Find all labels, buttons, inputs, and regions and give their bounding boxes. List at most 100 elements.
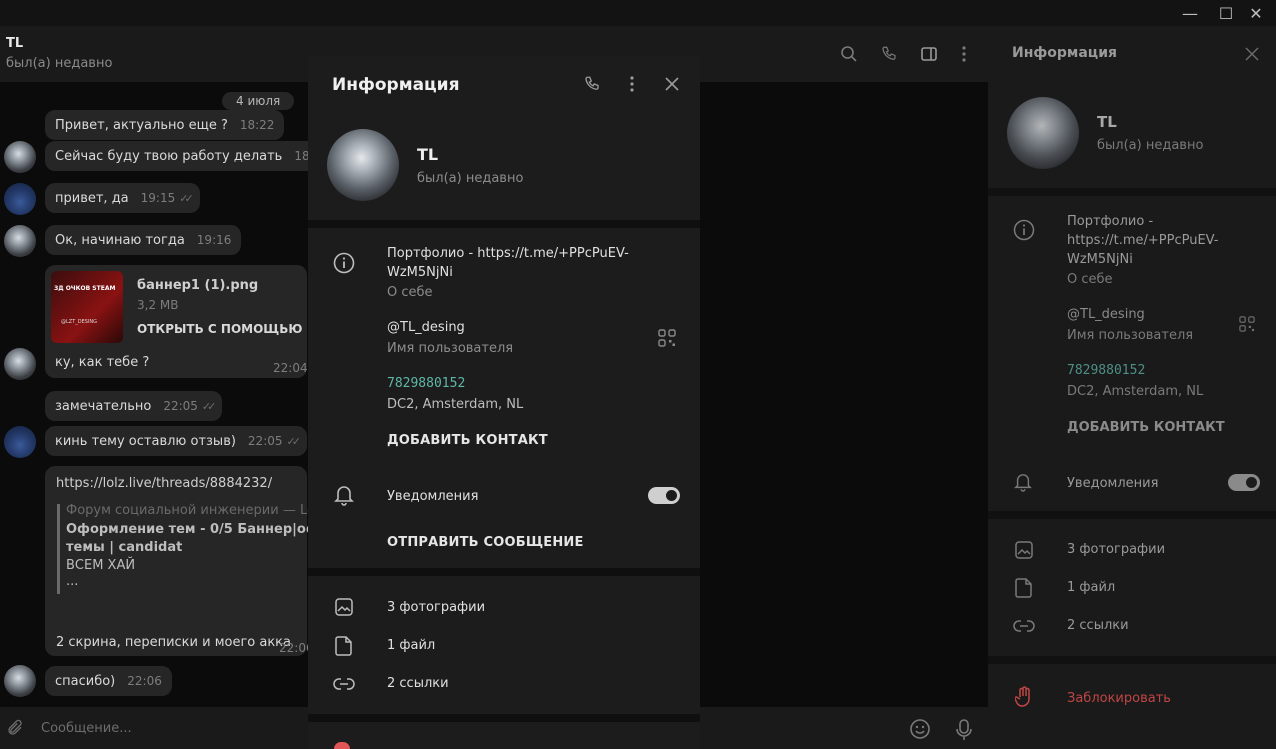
data-center: DC2, Amsterdam, NL [387,397,524,412]
message-bubble[interactable]: спасибо) 22:06 [45,666,172,696]
info-modal[interactable]: Информация TL был(а) недавно Портфолио -… [308,56,700,749]
link-message[interactable]: https://lolz.live/threads/8884232/ Форум… [45,466,348,656]
send-message-button[interactable]: ОТПРАВИТЬ СООБЩЕНИЕ [387,535,584,550]
notifications-toggle[interactable] [1228,474,1260,491]
link-icon [333,676,355,696]
preview-body: ВСЕМ ХАЙ [66,558,136,573]
panel-title: Информация [1012,45,1117,61]
message-time: 22:05 [247,434,283,448]
section-divider [988,188,1276,196]
close-window-button[interactable]: ✕ [1240,0,1272,26]
avatar[interactable] [4,141,36,173]
message-bubble[interactable]: Привет, актуально еще ? 18:22 [45,110,285,140]
close-icon[interactable] [1245,46,1259,65]
profile-avatar[interactable] [1007,97,1079,169]
section-divider [308,714,700,722]
shared-links[interactable]: 2 ссылки [387,676,449,691]
file-thumbnail[interactable]: ЗД ОЧКОВ STEAM @LZT_DESING [51,271,123,343]
message-text: Ок, начинаю тогда [55,233,185,248]
emoji-icon[interactable] [909,718,931,744]
shared-photos[interactable]: 3 фотографии [1067,542,1165,557]
read-checks-icon: ✓✓ [179,192,194,205]
window-titlebar: — ☐ ✕ [0,0,1276,26]
avatar[interactable] [4,665,36,697]
message-bubble[interactable]: привет, да 19:15 ✓✓ [45,183,200,213]
message-text: Сейчас буду твою работу делать [55,149,283,164]
avatar[interactable] [4,183,36,215]
add-contact-button[interactable]: ДОБАВИТЬ КОНТАКТ [387,433,548,448]
maximize-button[interactable]: ☐ [1210,0,1242,26]
preview-site: Форум социальной инженерии — Lo [66,503,315,518]
file-message[interactable]: ЗД ОЧКОВ STEAM @LZT_DESING баннер1 (1).p… [45,265,308,378]
close-icon[interactable] [661,73,683,95]
username-label: Имя пользователя [387,341,514,356]
notifications-toggle[interactable] [648,487,680,504]
date-separator: 4 июля [222,92,295,110]
block-button[interactable]: Заблокировать [1067,691,1171,706]
section-divider [308,568,700,576]
message-bubble[interactable]: замечательно 22:05 ✓✓ [45,391,223,421]
message-text: кинь тему оставлю отзыв) [55,434,236,449]
profile-avatar[interactable] [327,129,399,201]
more-icon[interactable] [621,73,643,95]
minimize-button[interactable]: — [1174,0,1206,26]
call-icon[interactable] [879,44,899,64]
search-icon[interactable] [839,44,859,64]
shared-files[interactable]: 1 файл [1067,580,1115,595]
qr-code-icon[interactable] [1239,316,1255,336]
qr-code-icon[interactable] [658,329,676,351]
bio-text: Портфолио - https://t.me/+PPcPuEV- WzM5Nj… [387,244,647,282]
username[interactable]: @TL_desing [387,320,465,335]
hand-block-icon [1014,686,1033,712]
username[interactable]: @TL_desing [1067,307,1145,322]
avatar[interactable] [4,426,36,458]
bio-label: О себе [1067,272,1113,287]
add-contact-button[interactable]: ДОБАВИТЬ КОНТАКТ [1067,420,1225,435]
bio-link[interactable]: https://t.me/+PPcPuEV- [1067,231,1218,250]
message-text: 2 скрина, переписки и моего акка [56,635,292,650]
data-center: DC2, Amsterdam, NL [1067,384,1204,399]
open-with-button[interactable]: ОТКРЫТЬ С ПОМОЩЬЮ [137,322,302,336]
avatar[interactable] [4,225,36,257]
message-bubble[interactable]: кинь тему оставлю отзыв) 22:05 ✓✓ [45,426,307,456]
bell-icon [334,484,354,510]
more-icon[interactable] [954,44,974,64]
message-bubble[interactable]: Сейчас буду твою работу делать18:22 [45,141,339,171]
bio-link[interactable]: WzM5NjNi [387,265,453,280]
bio-link[interactable]: WzM5NjNi [1067,250,1218,269]
message-time: 22:06 [127,674,162,688]
profile-side-panel[interactable]: Информация TL был(а) недавно Портфолио -… [988,26,1276,749]
message-text: ку, как тебе ? [55,355,150,370]
message-link[interactable]: https://lolz.live/threads/8884232/ [56,476,272,491]
block-icon[interactable] [334,742,350,749]
preview-title: Оформление тем - 0/5 Баннер|оформ [66,522,348,537]
thumbnail-text: ЗД ОЧКОВ STEAM [54,285,116,292]
microphone-icon[interactable] [955,718,973,746]
message-input[interactable]: Сообщение... [41,721,132,736]
call-icon[interactable] [581,73,603,95]
bio-link[interactable]: https://t.me/+PPcPuEV- [477,246,628,261]
photo-icon [1015,541,1033,563]
shared-files[interactable]: 1 файл [387,638,435,653]
message-text: Привет, актуально еще ? [55,118,228,133]
notifications-label: Уведомления [387,489,479,504]
read-checks-icon: ✓✓ [286,435,302,448]
phone-number[interactable]: 7829880152 [1067,363,1145,378]
bell-icon [1014,472,1032,496]
bio-text: Портфолио - https://t.me/+PPcPuEV- WzM5N… [1067,212,1218,269]
shared-links[interactable]: 2 ссылки [1067,618,1129,633]
username-label: Имя пользователя [1067,328,1194,343]
link-icon [1013,618,1035,638]
sidebar-toggle-icon[interactable] [919,44,939,64]
shared-photos[interactable]: 3 фотографии [387,600,485,615]
message-bubble[interactable]: Ок, начинаю тогда 19:16 [45,225,242,255]
message-text: спасибо) [55,674,116,689]
message-time: 22:05 [163,399,198,413]
message-time: 19:16 [196,233,232,247]
phone-number[interactable]: 7829880152 [387,376,465,391]
notifications-label: Уведомления [1067,476,1159,491]
bio-label: О себе [387,285,433,300]
profile-name: TL [1097,113,1117,131]
attach-icon[interactable] [6,719,24,741]
avatar[interactable] [4,348,36,380]
